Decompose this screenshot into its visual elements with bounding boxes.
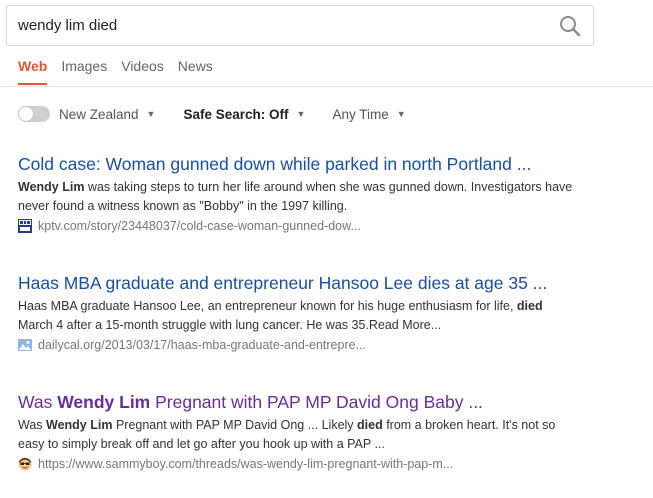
search-box[interactable] [6,5,594,46]
result-snippet: Wendy Lim was taking steps to turn her l… [18,178,578,216]
search-icon[interactable] [559,15,581,37]
region-toggle[interactable] [18,106,50,122]
safe-search-filter[interactable]: Safe Search: Off ▼ [183,107,305,122]
caret-down-icon: ▼ [396,109,406,119]
result-url[interactable]: kptv.com/story/23448037/cold-case-woman-… [38,219,361,233]
region-filter[interactable]: New Zealand ▼ [59,107,155,122]
search-result: Was Wendy Lim Pregnant with PAP MP David… [18,391,648,471]
snippet-highlight: died [516,299,543,313]
result-url-row: kptv.com/story/23448037/cold-case-woman-… [18,219,648,233]
snippet-text: Was [18,418,47,432]
result-url[interactable]: https://www.sammyboy.com/threads/was-wen… [38,457,453,471]
snippet-text: was taking steps to turn her life around… [18,180,573,213]
result-snippet: Was Wendy Lim Pregnant with PAP MP David… [18,416,578,454]
result-title-link[interactable]: Cold case: Woman gunned down while parke… [18,153,648,175]
result-snippet: Haas MBA graduate Hansoo Lee, an entrepr… [18,297,578,335]
snippet-highlight: Wendy Lim [46,418,113,432]
result-url[interactable]: dailycal.org/2013/03/17/haas-mba-graduat… [38,338,366,352]
title-text: Pregnant with PAP MP David Ong Baby ... [150,392,483,412]
tab-news[interactable]: News [178,58,213,85]
tab-web[interactable]: Web [18,58,48,85]
time-label: Any Time [332,106,389,122]
title-text: Was [18,392,58,412]
title-highlight: Wendy Lim [57,392,151,412]
caret-down-icon: ▼ [146,109,156,119]
filters-bar: New Zealand ▼ Safe Search: Off ▼ Any Tim… [18,105,406,123]
search-tabs: Web Images Videos News [18,58,213,85]
avatar-face-icon [18,457,32,471]
toggle-knob [19,107,33,121]
snippet-highlight: died [357,418,383,432]
result-title-link[interactable]: Was Wendy Lim Pregnant with PAP MP David… [18,391,648,413]
snippet-text: Pregnant with PAP MP David Ong ... Likel… [112,418,358,432]
result-url-row: dailycal.org/2013/03/17/haas-mba-graduat… [18,338,648,352]
search-result: Haas MBA graduate and entrepreneur Hanso… [18,272,648,352]
fox12-icon [18,219,32,233]
tabs-divider [0,86,653,87]
tab-videos[interactable]: Videos [121,58,164,85]
region-label: New Zealand [59,106,139,122]
image-placeholder-icon [18,339,32,351]
search-result: Cold case: Woman gunned down while parke… [18,153,648,233]
result-url-row: https://www.sammyboy.com/threads/was-wen… [18,457,648,471]
safe-search-label: Safe Search: Off [183,106,289,122]
snippet-highlight: Wendy Lim [18,180,85,194]
caret-down-icon: ▼ [296,109,306,119]
time-filter[interactable]: Any Time ▼ [332,107,405,122]
snippet-text: March 4 after a 15-month struggle with l… [18,318,442,332]
tab-images[interactable]: Images [61,58,107,85]
snippet-text: Haas MBA graduate Hansoo Lee, an entrepr… [18,299,517,313]
search-input[interactable] [18,6,538,45]
result-title-link[interactable]: Haas MBA graduate and entrepreneur Hanso… [18,272,648,294]
